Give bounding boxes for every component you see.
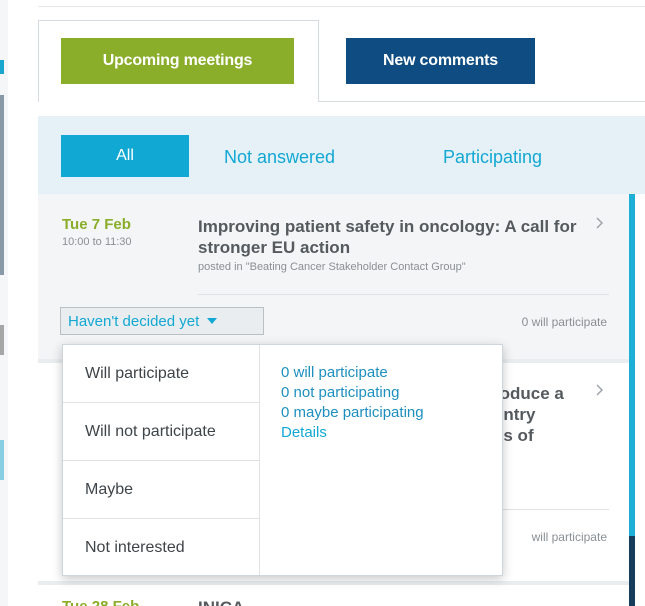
meeting-date: Tue 7 Feb [62,216,131,233]
edge-mark [0,60,4,74]
meeting-title[interactable]: INICA ... ... ... ... ... [198,598,338,606]
tab-divider [319,101,645,102]
details-link[interactable]: Details [281,423,424,443]
participation-stats: 0 will participate 0 not participating 0… [281,363,424,443]
filter-not-answered-link[interactable]: Not answered [224,147,335,168]
edge-mark [0,325,4,355]
filter-all-button[interactable]: All [61,135,189,177]
tab-upcoming-meetings[interactable]: Upcoming meetings [61,38,294,84]
filter-bar: All Not answered Participating [38,116,645,194]
meeting-item[interactable]: Tue 28 Feb INICA ... ... ... ... ... [38,581,629,606]
option-not-interested[interactable]: Not interested [63,519,259,575]
edge-mark [0,440,4,480]
option-will-participate[interactable]: Will participate [63,345,259,403]
option-will-not-participate[interactable]: Will not participate [63,403,259,461]
tab-new-comments[interactable]: New comments [346,38,535,84]
meeting-posted-in: posted in "Beating Cancer Stakeholder Co… [198,261,466,273]
meeting-item[interactable]: Tue 7 Feb 10:00 to 11:30 Improving patie… [38,194,629,359]
edge-mark [0,95,4,275]
participation-dropdown-label: Haven't decided yet [68,312,200,330]
participation-options: Will participate Will not participate Ma… [63,345,260,575]
stat-not-participating: 0 not participating [281,384,400,401]
stat-will-participate: 0 will participate [281,364,388,381]
meeting-date: Tue 28 Feb [62,598,139,606]
chevron-right-icon[interactable] [596,216,604,234]
filter-participating-link[interactable]: Participating [443,147,542,168]
scroll-accent-bar-dark [629,536,635,606]
tab-bar: Upcoming meetings New comments [38,0,645,102]
meeting-title[interactable]: Improving patient safety in oncology: A … [198,216,598,258]
participation-count: 0 will participate [521,315,607,329]
chevron-right-icon[interactable] [596,383,604,401]
meeting-title-line: roduce a [493,384,564,403]
option-maybe[interactable]: Maybe [63,461,259,519]
caret-down-icon [207,315,218,327]
stat-maybe-participating: 0 maybe participating [281,404,424,421]
participation-count: will participate [531,530,607,544]
meeting-divider [198,294,609,295]
page-left-edge [0,0,8,606]
participation-dropdown-menu: Will participate Will not participate Ma… [62,344,503,576]
participation-dropdown-button[interactable]: Haven't decided yet [60,307,264,335]
meeting-time: 10:00 to 11:30 [62,236,132,248]
